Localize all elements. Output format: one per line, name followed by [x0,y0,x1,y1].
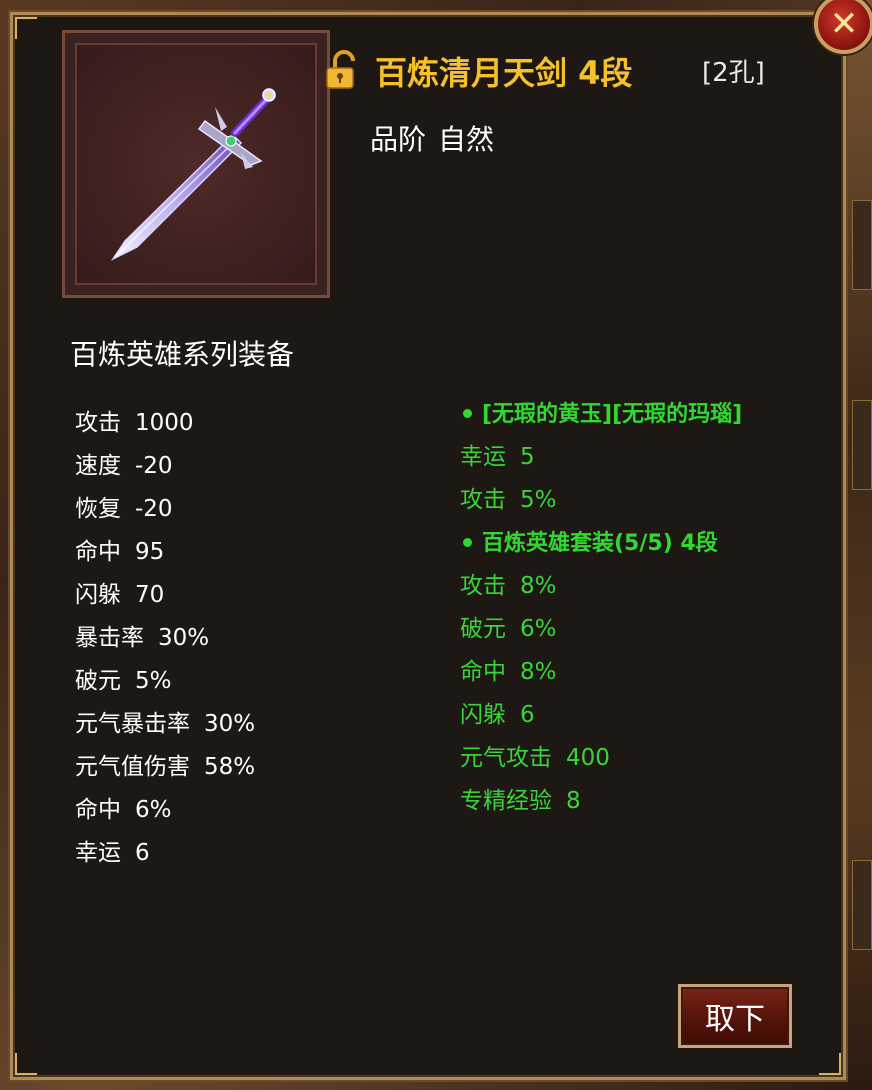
stat-value: 95 [135,539,165,565]
stat-value: 8% [520,659,557,685]
sword-icon [110,88,276,261]
stat-name: 速度 [75,453,121,479]
background-tab [852,200,872,290]
stat-name: 专精经验 [460,788,552,814]
stat-row: 幸运 6 [75,835,255,878]
stat-value: 30% [158,625,210,651]
stat-name: 破元 [75,668,121,694]
gem-header: [无瑕的黄玉][无瑕的玛瑙] [460,393,742,436]
close-button[interactable]: ✕ [814,0,872,54]
stat-name: 攻击 [460,487,506,513]
stat-row: 命中 95 [75,534,255,577]
grade-value: 自然 [438,123,495,156]
unlocked-padlock-icon [326,50,355,89]
unequip-button[interactable]: 取下 [678,984,792,1048]
stat-value: 6% [135,797,172,823]
stat-value: 58% [204,754,256,780]
bullet-icon [463,409,472,418]
background-tab [852,860,872,950]
stat-name: 幸运 [75,840,121,866]
grade-label: 品阶 [370,123,427,156]
stat-row: 命中 6% [75,792,255,835]
item-name: 百炼清月天剑 4段 [375,54,633,92]
set-stat-row: 专精经验 8 [460,780,742,823]
stat-row: 暴击率 30% [75,620,255,663]
stat-name: 命中 [75,539,121,565]
gem-names: [无瑕的黄玉][无瑕的玛瑙] [482,402,743,427]
stat-name: 命中 [75,797,121,823]
socket-count: [2孔] [702,58,765,88]
stat-name: 命中 [460,659,506,685]
stat-value: 6% [520,616,557,642]
stat-value: 5% [520,487,557,513]
unequip-button-label: 取下 [705,1002,765,1037]
bonus-stats-list: [无瑕的黄玉][无瑕的玛瑙] 幸运 5 攻击 5% 百炼英雄套装(5/5) 4段 攻… [460,393,742,823]
stat-name: 攻击 [75,410,121,436]
stat-name: 破元 [460,616,506,642]
stat-name: 闪躲 [75,582,121,608]
item-series: 百炼英雄系列装备 [70,338,295,371]
stat-row: 攻击 1000 [75,405,255,448]
stat-name: 恢复 [75,496,121,522]
stat-value: 8% [520,573,557,599]
stat-name: 幸运 [460,444,506,470]
stat-row: 闪躲 70 [75,577,255,620]
stat-value: 400 [566,745,610,771]
stat-value: 6 [520,702,535,728]
stat-value: 30% [204,711,256,737]
stat-row: 破元 5% [75,663,255,706]
base-stats-list: 攻击 1000 速度 -20 恢复 -20 命中 95 闪躲 70 暴击率 30% 破元 5%… [75,405,255,878]
stat-name: 元气暴击率 [75,711,190,737]
bullet-icon [463,538,472,547]
stat-row: 元气值伤害 58% [75,749,255,792]
set-stat-row: 命中 8% [460,651,742,694]
set-bonus-header: 百炼英雄套装(5/5) 4段 [460,522,742,565]
stat-value: -20 [135,453,173,479]
stat-name: 元气攻击 [460,745,552,771]
background-tab [852,400,872,490]
set-name: 百炼英雄套装(5/5) 4段 [482,531,718,556]
stat-value: 6 [135,840,150,866]
set-stat-row: 闪躲 6 [460,694,742,737]
stat-value: 5% [135,668,172,694]
stat-value: -20 [135,496,173,522]
stat-name: 攻击 [460,573,506,599]
stat-value: 5 [520,444,535,470]
close-icon: ✕ [829,4,859,44]
gem-stat-row: 幸运 5 [460,436,742,479]
frame-corner [819,1053,841,1075]
item-grade: 品阶 自然 [370,118,506,158]
stat-row: 恢复 -20 [75,491,255,534]
stat-name: 元气值伤害 [75,754,190,780]
set-stat-row: 破元 6% [460,608,742,651]
frame-corner [15,17,37,39]
stat-value: 8 [566,788,581,814]
stat-name: 暴击率 [75,625,144,651]
stat-name: 闪躲 [460,702,506,728]
stat-value: 70 [135,582,165,608]
item-icon-slot [62,30,330,298]
stat-row: 元气暴击率 30% [75,706,255,749]
stat-value: 1000 [135,410,194,436]
set-stat-row: 攻击 8% [460,565,742,608]
gem-stat-row: 攻击 5% [460,479,742,522]
set-stat-row: 元气攻击 400 [460,737,742,780]
frame-corner [15,1053,37,1075]
stat-row: 速度 -20 [75,448,255,491]
